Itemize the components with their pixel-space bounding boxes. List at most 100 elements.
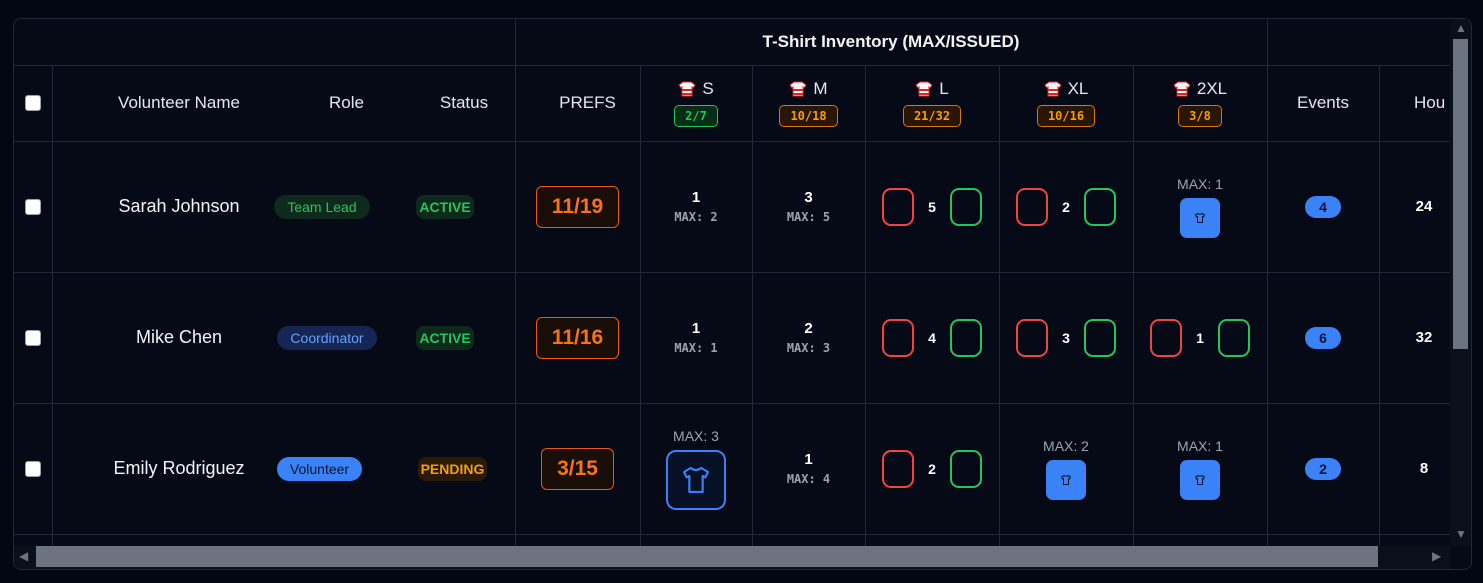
select-all-checkbox[interactable] xyxy=(25,95,41,111)
size-l-issued: 2 xyxy=(928,460,936,477)
column-header-size-xl[interactable]: XL 10/16 xyxy=(999,65,1133,141)
size-s-count: 1 xyxy=(691,189,701,206)
size-2xl-inventory-badge: 3/8 xyxy=(1178,105,1222,127)
select-all-cell xyxy=(14,65,52,141)
decrement-button[interactable] xyxy=(882,318,915,357)
size-m-count: 3 xyxy=(804,189,813,206)
status-badge: ACTIVE xyxy=(416,325,474,350)
prefs-button[interactable]: 3/15 xyxy=(541,447,614,490)
size-m-max: MAX: 4 xyxy=(786,472,831,486)
scroll-right-arrow-icon[interactable]: ▶ xyxy=(1432,549,1441,563)
shirt-icon xyxy=(1173,80,1191,98)
tshirt-icon xyxy=(1194,474,1206,485)
column-header-status[interactable]: Status xyxy=(414,65,514,141)
issue-shirt-button[interactable] xyxy=(1180,459,1220,500)
shirt-icon xyxy=(915,80,933,98)
status-badge: ACTIVE xyxy=(416,194,474,219)
volunteer-name: Sarah Johnson xyxy=(118,196,240,216)
column-header-size-m[interactable]: M 10/18 xyxy=(752,65,865,141)
volunteer-name: Emily Rodriguez xyxy=(113,458,245,478)
vertical-scroll-thumb[interactable] xyxy=(1453,39,1468,349)
size-l-issued: 5 xyxy=(928,198,936,215)
decrement-button[interactable] xyxy=(1016,318,1049,357)
tshirt-icon xyxy=(1060,474,1072,485)
inventory-table: T-Shirt Inventory (MAX/ISSUED) Volunteer… xyxy=(13,18,1472,570)
hours-value: 24 xyxy=(1415,198,1433,215)
size-xl-issued: 2 xyxy=(1062,198,1070,215)
size-l-inventory-badge: 21/32 xyxy=(902,105,962,127)
size-2xl-issued: 1 xyxy=(1196,329,1204,346)
size-label-2xl: 2XL xyxy=(1196,79,1228,98)
size-m-max: MAX: 3 xyxy=(786,341,831,355)
size-l-issued: 4 xyxy=(928,329,936,346)
row-select-checkbox[interactable] xyxy=(25,460,41,477)
issue-shirt-button[interactable] xyxy=(666,449,726,510)
shirt-icon xyxy=(678,80,697,98)
decrement-button[interactable] xyxy=(1016,187,1049,226)
prefs-button[interactable]: 11/19 xyxy=(535,185,620,228)
horizontal-scrollbar[interactable]: ◀ ▶ xyxy=(14,546,1450,569)
size-m-count: 2 xyxy=(804,320,813,337)
volunteer-name: Mike Chen xyxy=(135,327,223,347)
size-2xl-max: MAX: 1 xyxy=(1177,175,1223,192)
scroll-up-arrow-icon[interactable]: ▲ xyxy=(1455,21,1467,35)
table-grid: T-Shirt Inventory (MAX/ISSUED) Volunteer… xyxy=(14,19,1450,546)
size-s-max: MAX: 3 xyxy=(673,427,719,444)
size-m-count: 1 xyxy=(804,451,813,468)
decrement-button[interactable] xyxy=(882,449,915,488)
size-s-count: 1 xyxy=(691,320,701,337)
column-header-size-2xl[interactable]: 2XL 3/8 xyxy=(1133,65,1267,141)
role-badge: Coordinator xyxy=(277,325,377,350)
size-s-max: MAX: 1 xyxy=(674,341,718,355)
tshirt-icon xyxy=(682,466,710,493)
events-count-badge: 4 xyxy=(1305,195,1341,218)
horizontal-scroll-thumb[interactable] xyxy=(36,546,1378,567)
column-header-hours[interactable]: Hou xyxy=(1414,65,1450,141)
increment-button[interactable] xyxy=(1217,318,1250,357)
scroll-down-arrow-icon[interactable]: ▼ xyxy=(1455,527,1467,541)
increment-button[interactable] xyxy=(1083,187,1116,226)
row-select-checkbox[interactable] xyxy=(25,329,41,346)
size-xl-issued: 3 xyxy=(1062,329,1070,346)
size-2xl-max: MAX: 1 xyxy=(1177,437,1223,454)
column-header-events[interactable]: Events xyxy=(1267,65,1379,141)
hours-value: 32 xyxy=(1415,329,1433,346)
column-header-role[interactable]: Role xyxy=(304,65,389,141)
size-label-xl: XL xyxy=(1067,79,1089,98)
shirt-icon xyxy=(789,80,808,98)
issue-shirt-button[interactable] xyxy=(1046,459,1086,500)
decrement-button[interactable] xyxy=(882,187,915,226)
size-s-max: MAX: 2 xyxy=(674,210,718,224)
row-select-checkbox[interactable] xyxy=(25,198,41,215)
increment-button[interactable] xyxy=(949,318,982,357)
size-label-m: M xyxy=(813,79,828,98)
tshirt-icon xyxy=(1194,212,1206,223)
scroll-left-arrow-icon[interactable]: ◀ xyxy=(19,549,28,563)
column-header-prefs[interactable]: PREFS xyxy=(515,65,660,141)
increment-button[interactable] xyxy=(1083,318,1116,357)
column-header-volunteer-name[interactable]: Volunteer Name xyxy=(94,65,264,141)
decrement-button[interactable] xyxy=(1150,318,1183,357)
size-m-max: MAX: 5 xyxy=(786,210,831,224)
increment-button[interactable] xyxy=(949,187,982,226)
tshirt-inventory-group-header: T-Shirt Inventory (MAX/ISSUED) xyxy=(762,32,1020,51)
column-header-size-l[interactable]: L 21/32 xyxy=(865,65,999,141)
increment-button[interactable] xyxy=(949,449,982,488)
status-badge: PENDING xyxy=(417,456,488,481)
size-label-s: S xyxy=(702,79,714,98)
role-badge: Volunteer xyxy=(276,456,363,481)
role-badge: Team Lead xyxy=(274,194,370,219)
events-count-badge: 2 xyxy=(1305,457,1341,480)
hours-value: 8 xyxy=(1419,460,1429,477)
size-xl-inventory-badge: 10/16 xyxy=(1036,105,1096,127)
size-s-inventory-badge: 2/7 xyxy=(674,105,718,127)
size-label-l: L xyxy=(939,79,949,98)
vertical-scrollbar[interactable]: ▲ ▼ xyxy=(1450,19,1471,546)
shirt-icon xyxy=(1043,80,1062,98)
size-m-inventory-badge: 10/18 xyxy=(779,105,838,127)
events-count-badge: 6 xyxy=(1305,326,1341,349)
column-header-size-s[interactable]: S 2/7 xyxy=(640,65,752,141)
issue-shirt-button[interactable] xyxy=(1180,197,1220,238)
size-xl-max: MAX: 2 xyxy=(1043,437,1089,454)
prefs-button[interactable]: 11/16 xyxy=(535,316,620,359)
